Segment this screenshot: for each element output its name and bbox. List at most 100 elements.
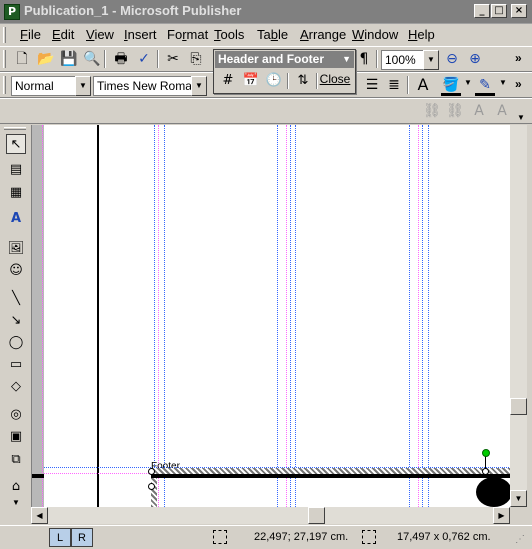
- toolbar-options-chevron-icon[interactable]: »: [515, 51, 522, 65]
- show-header-footer-icon[interactable]: ⇅: [292, 71, 314, 91]
- minimize-button[interactable]: _: [474, 4, 490, 18]
- margin-guide: [286, 125, 287, 507]
- column-guide: [295, 125, 296, 507]
- print-preview-icon[interactable]: 🔍: [81, 48, 103, 70]
- resize-grip-icon[interactable]: ⋰: [515, 534, 525, 545]
- save-icon[interactable]: 💾: [58, 48, 80, 70]
- form-control-tool-icon[interactable]: ▣: [6, 427, 26, 447]
- scroll-right-arrow[interactable]: ▶: [493, 507, 510, 524]
- create-text-box-link-icon[interactable]: ⛓: [421, 100, 443, 122]
- font-dropdown-arrow[interactable]: ▼: [191, 76, 207, 96]
- clip-art-tool-icon[interactable]: ☺: [6, 261, 26, 281]
- menu-insert[interactable]: Insert: [124, 27, 157, 42]
- zoom-combo[interactable]: 100%: [381, 50, 423, 70]
- wordart-tool-icon[interactable]: A: [6, 209, 26, 229]
- vertical-scroll-track[interactable]: [510, 125, 527, 397]
- select-objects-arrow-icon[interactable]: ↖: [6, 134, 26, 154]
- horizontal-scrollbar[interactable]: ◀ ▶: [31, 507, 510, 524]
- menu-view[interactable]: View: [86, 27, 114, 42]
- menu-file[interactable]: File: [20, 27, 41, 42]
- oval-tool-icon[interactable]: ◯: [6, 333, 26, 353]
- menu-format[interactable]: Format: [167, 27, 208, 42]
- publication-page[interactable]: Footer: [32, 125, 510, 507]
- publisher-app-icon[interactable]: P: [4, 4, 20, 20]
- header-footer-close-button[interactable]: Close: [317, 70, 353, 90]
- menu-arrange[interactable]: Arrange: [300, 27, 346, 42]
- line-tool-icon[interactable]: ╲: [6, 289, 26, 309]
- insert-date-icon[interactable]: 📅: [240, 71, 262, 91]
- standard-toolbar-grip[interactable]: [3, 50, 6, 68]
- grow-font-icon[interactable]: A: [412, 74, 434, 96]
- toolbar-options-dropdown-arrow[interactable]: ▼: [517, 113, 525, 122]
- objects-toolbar-more-arrow[interactable]: ▼: [12, 498, 20, 507]
- objects-toolbar-grip[interactable]: [4, 127, 26, 130]
- publication-workspace[interactable]: Footer: [31, 125, 510, 507]
- title-bar[interactable]: P Publication_1 - Microsoft Publisher _ …: [0, 0, 532, 24]
- insert-time-icon[interactable]: 🕒: [263, 71, 285, 91]
- autoshapes-tool-icon[interactable]: ◇: [6, 377, 26, 397]
- rotation-handle-stem: [485, 456, 486, 468]
- column-guide: [428, 125, 429, 507]
- table-frame-tool-icon[interactable]: ▦: [6, 183, 26, 203]
- open-folder-icon[interactable]: 📂: [35, 48, 57, 70]
- justify-icon[interactable]: ≣: [383, 74, 405, 96]
- page-navigator-left-page[interactable]: L: [49, 528, 71, 547]
- zoom-out-icon[interactable]: ⊖: [441, 48, 463, 70]
- menu-edit[interactable]: Edit: [52, 27, 74, 42]
- close-button[interactable]: ×: [511, 4, 527, 18]
- page-navigator-right-page[interactable]: R: [71, 528, 93, 547]
- menu-help[interactable]: Help: [408, 27, 435, 42]
- page-edge-mark: [32, 474, 44, 478]
- horizontal-scroll-thumb[interactable]: [308, 507, 325, 524]
- line-color-dropdown-arrow[interactable]: ▼: [499, 78, 507, 87]
- resize-handle[interactable]: [482, 468, 489, 475]
- toolbar-options-chevron-icon[interactable]: »: [515, 77, 522, 91]
- zoom-in-icon[interactable]: ⊕: [464, 48, 486, 70]
- html-code-fragment-icon[interactable]: ⧉: [6, 450, 26, 470]
- style-dropdown-arrow[interactable]: ▼: [75, 76, 91, 96]
- footer-ellipse-shape[interactable]: [476, 477, 510, 507]
- resize-handle[interactable]: [148, 468, 155, 475]
- menubar-grip[interactable]: [3, 27, 6, 43]
- hot-spot-tool-icon[interactable]: ◎: [6, 405, 26, 425]
- zoom-dropdown-arrow[interactable]: ▼: [423, 50, 439, 70]
- vertical-scrollbar[interactable]: ▼: [510, 125, 527, 507]
- scroll-down-arrow[interactable]: ▼: [510, 490, 527, 507]
- margin-guide: [158, 125, 159, 507]
- toolbar-menu-arrow-icon[interactable]: ▼: [342, 51, 351, 68]
- print-icon[interactable]: 🖶: [110, 48, 132, 70]
- maximize-button[interactable]: □: [491, 4, 507, 18]
- header-footer-title-text: Header and Footer: [218, 52, 325, 66]
- connect-text-toolbar: ⛓ ⛓ A A ▼: [0, 98, 532, 124]
- menu-table[interactable]: Table: [257, 27, 288, 42]
- show-special-characters-icon[interactable]: ¶: [353, 48, 375, 70]
- line-color-swatch: [475, 93, 495, 96]
- menu-window[interactable]: Window: [352, 27, 398, 42]
- toolbar-separator: [157, 50, 159, 68]
- spelling-check-icon[interactable]: ✓: [133, 48, 155, 70]
- menu-tools[interactable]: Tools: [214, 27, 244, 42]
- new-document-icon[interactable]: 🗋: [11, 48, 33, 70]
- design-gallery-object-icon[interactable]: ⌂: [6, 477, 26, 497]
- fill-color-dropdown-arrow[interactable]: ▼: [464, 78, 472, 87]
- rectangle-tool-icon[interactable]: ▭: [6, 355, 26, 375]
- text-box-tool-icon[interactable]: ▤: [6, 160, 26, 180]
- picture-frame-tool-icon[interactable]: 🖼: [6, 239, 26, 259]
- resize-handle[interactable]: [148, 483, 155, 490]
- copy-icon[interactable]: ⎘: [185, 48, 207, 70]
- formatting-toolbar-grip[interactable]: [3, 76, 6, 94]
- style-combo[interactable]: Normal: [11, 76, 75, 96]
- font-combo[interactable]: Times New Roman: [93, 76, 191, 96]
- next-text-box-icon[interactable]: A: [491, 100, 513, 122]
- header-footer-toolbar-title[interactable]: Header and Footer ▼: [215, 51, 354, 68]
- insert-page-number-icon[interactable]: #: [217, 71, 239, 91]
- previous-text-box-icon[interactable]: A: [468, 100, 490, 122]
- align-center-icon[interactable]: ☰: [361, 74, 383, 96]
- vertical-scroll-thumb[interactable]: [510, 398, 527, 415]
- arrow-tool-icon[interactable]: ↘: [6, 311, 26, 331]
- toolbar-separator: [287, 73, 289, 89]
- rotation-handle[interactable]: [482, 449, 490, 457]
- scroll-left-arrow[interactable]: ◀: [31, 507, 48, 524]
- break-forward-link-icon[interactable]: ⛓: [444, 100, 466, 122]
- cut-icon[interactable]: ✂: [162, 48, 184, 70]
